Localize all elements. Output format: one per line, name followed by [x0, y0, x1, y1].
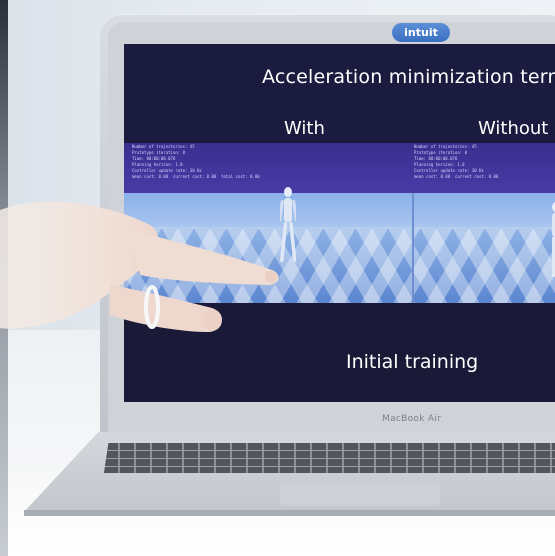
right-panel-label: Without [478, 118, 549, 139]
laptop-brand-label: MacBook Air [382, 414, 442, 424]
keyboard-rows [104, 443, 555, 473]
screen-title: Acceleration minimization term [262, 66, 555, 88]
split-divider [412, 193, 414, 303]
screen-caption: Initial training [346, 351, 479, 373]
left-panel-label: With [284, 118, 325, 139]
intuit-logo: intuit [392, 23, 450, 42]
trackpad [280, 482, 440, 506]
laptop-base-edge [24, 510, 555, 516]
pointing-hand [0, 201, 279, 332]
humanoid-figure-right [552, 202, 555, 277]
left-info-readout: Number of trajectories: 45 Prototype ite… [132, 144, 260, 179]
right-info-readout: Number of trajectories: 45 Prototype ite… [414, 144, 499, 179]
